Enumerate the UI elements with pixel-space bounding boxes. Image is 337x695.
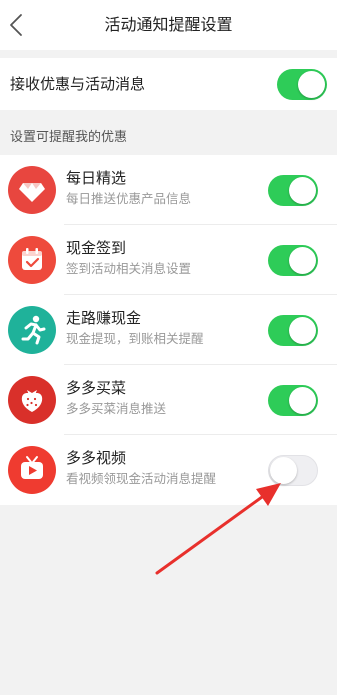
master-notification-row: 接收优惠与活动消息 <box>0 58 337 110</box>
list-item-title: 多多视频 <box>66 449 127 467</box>
nav-bar: 活动通知提醒设置 <box>0 0 337 50</box>
diamond-icon <box>8 166 56 214</box>
list-item: 现金签到 签到活动相关消息设置 <box>0 225 337 295</box>
list-item-title: 走路赚现金 <box>66 309 142 327</box>
section-header: 设置可提醒我的优惠 <box>10 130 128 145</box>
page-title: 活动通知提醒设置 <box>104 15 233 34</box>
walk-cash-toggle[interactable] <box>268 315 318 346</box>
list-item-subtitle: 签到活动相关消息设置 <box>66 261 192 276</box>
list-item-subtitle: 每日推送优惠产品信息 <box>66 191 192 206</box>
grocery-toggle[interactable] <box>268 385 318 416</box>
toggle-knob <box>270 457 297 484</box>
list-item-title: 现金签到 <box>66 239 127 257</box>
cash-checkin-toggle[interactable] <box>268 245 318 276</box>
reminder-list: 每日精选 每日推送优惠产品信息 现金签到 签到活动相关消息设置 走路赚现金 现金… <box>0 155 337 505</box>
list-item-subtitle: 现金提现，到账相关提醒 <box>66 331 204 346</box>
list-item: 多多视频 看视频领现金活动消息提醒 <box>0 435 337 505</box>
video-play-icon <box>8 446 56 494</box>
list-item-title: 多多买菜 <box>66 379 127 397</box>
toggle-knob <box>289 317 316 344</box>
list-item: 每日精选 每日推送优惠产品信息 <box>0 155 337 225</box>
running-person-icon <box>8 306 56 354</box>
daily-picks-toggle[interactable] <box>268 175 318 206</box>
list-item-title: 每日精选 <box>66 169 127 187</box>
list-item-subtitle: 看视频领现金活动消息提醒 <box>66 471 217 486</box>
toggle-knob <box>289 177 316 204</box>
list-item: 走路赚现金 现金提现，到账相关提醒 <box>0 295 337 365</box>
settings-page: 活动通知提醒设置 接收优惠与活动消息 设置可提醒我的优惠 每日精选 每日推送优惠… <box>0 0 337 695</box>
master-notification-toggle[interactable] <box>277 69 327 100</box>
list-item-subtitle: 多多买菜消息推送 <box>66 401 167 416</box>
toggle-knob <box>298 71 325 98</box>
toggle-knob <box>289 387 316 414</box>
list-item: 多多买菜 多多买菜消息推送 <box>0 365 337 435</box>
calendar-check-icon <box>8 236 56 284</box>
strawberry-icon <box>8 376 56 424</box>
video-toggle[interactable] <box>268 455 318 486</box>
master-notification-label: 接收优惠与活动消息 <box>10 75 146 93</box>
toggle-knob <box>289 247 316 274</box>
